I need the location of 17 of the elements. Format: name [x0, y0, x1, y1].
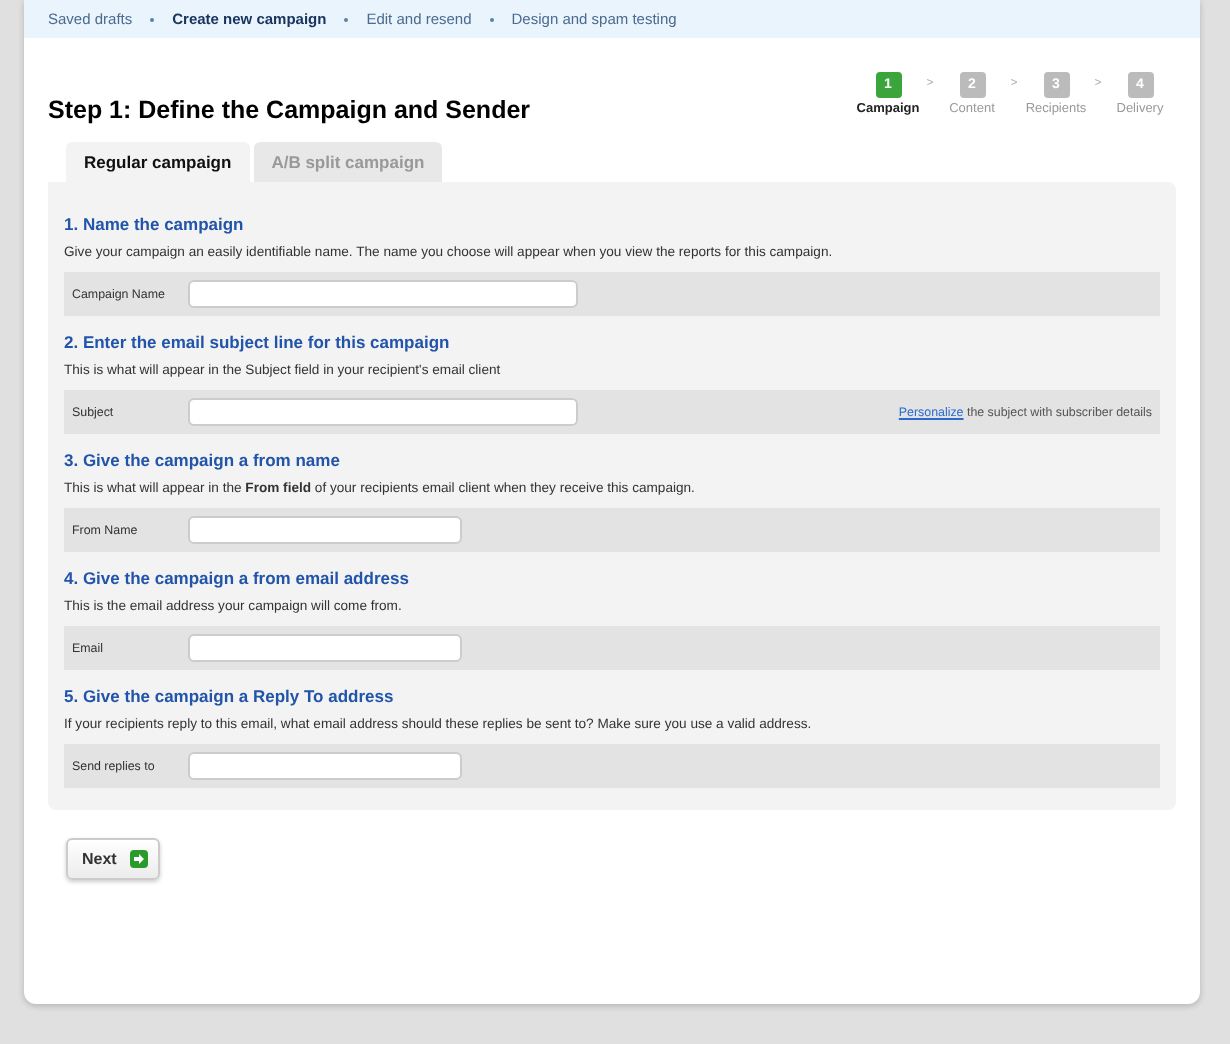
text-input[interactable]: [188, 634, 462, 662]
section-heading: 2. Enter the email subject line for this campaign: [64, 332, 452, 352]
text-input[interactable]: [188, 752, 462, 780]
page-title: Step 1: Define the Campaign and Sender: [48, 96, 531, 124]
arrow-icon: [130, 850, 149, 868]
section-heading: 1. Name the campaign: [64, 214, 246, 234]
separator-dot: [150, 17, 155, 21]
section-heading: 4. Give the campaign a from email address: [64, 568, 411, 588]
section-heading: 3. Give the campaign a from name: [64, 450, 342, 470]
next-button[interactable]: Next: [66, 838, 160, 880]
text-input[interactable]: [188, 516, 462, 544]
section-heading: 5. Give the campaign a Reply To address: [64, 686, 396, 706]
separator-dot: [489, 17, 494, 21]
separator-dot: [344, 17, 349, 21]
text-input[interactable]: [188, 398, 578, 426]
text-input[interactable]: [188, 280, 578, 308]
tab[interactable]: Regular campaign: [66, 142, 250, 182]
